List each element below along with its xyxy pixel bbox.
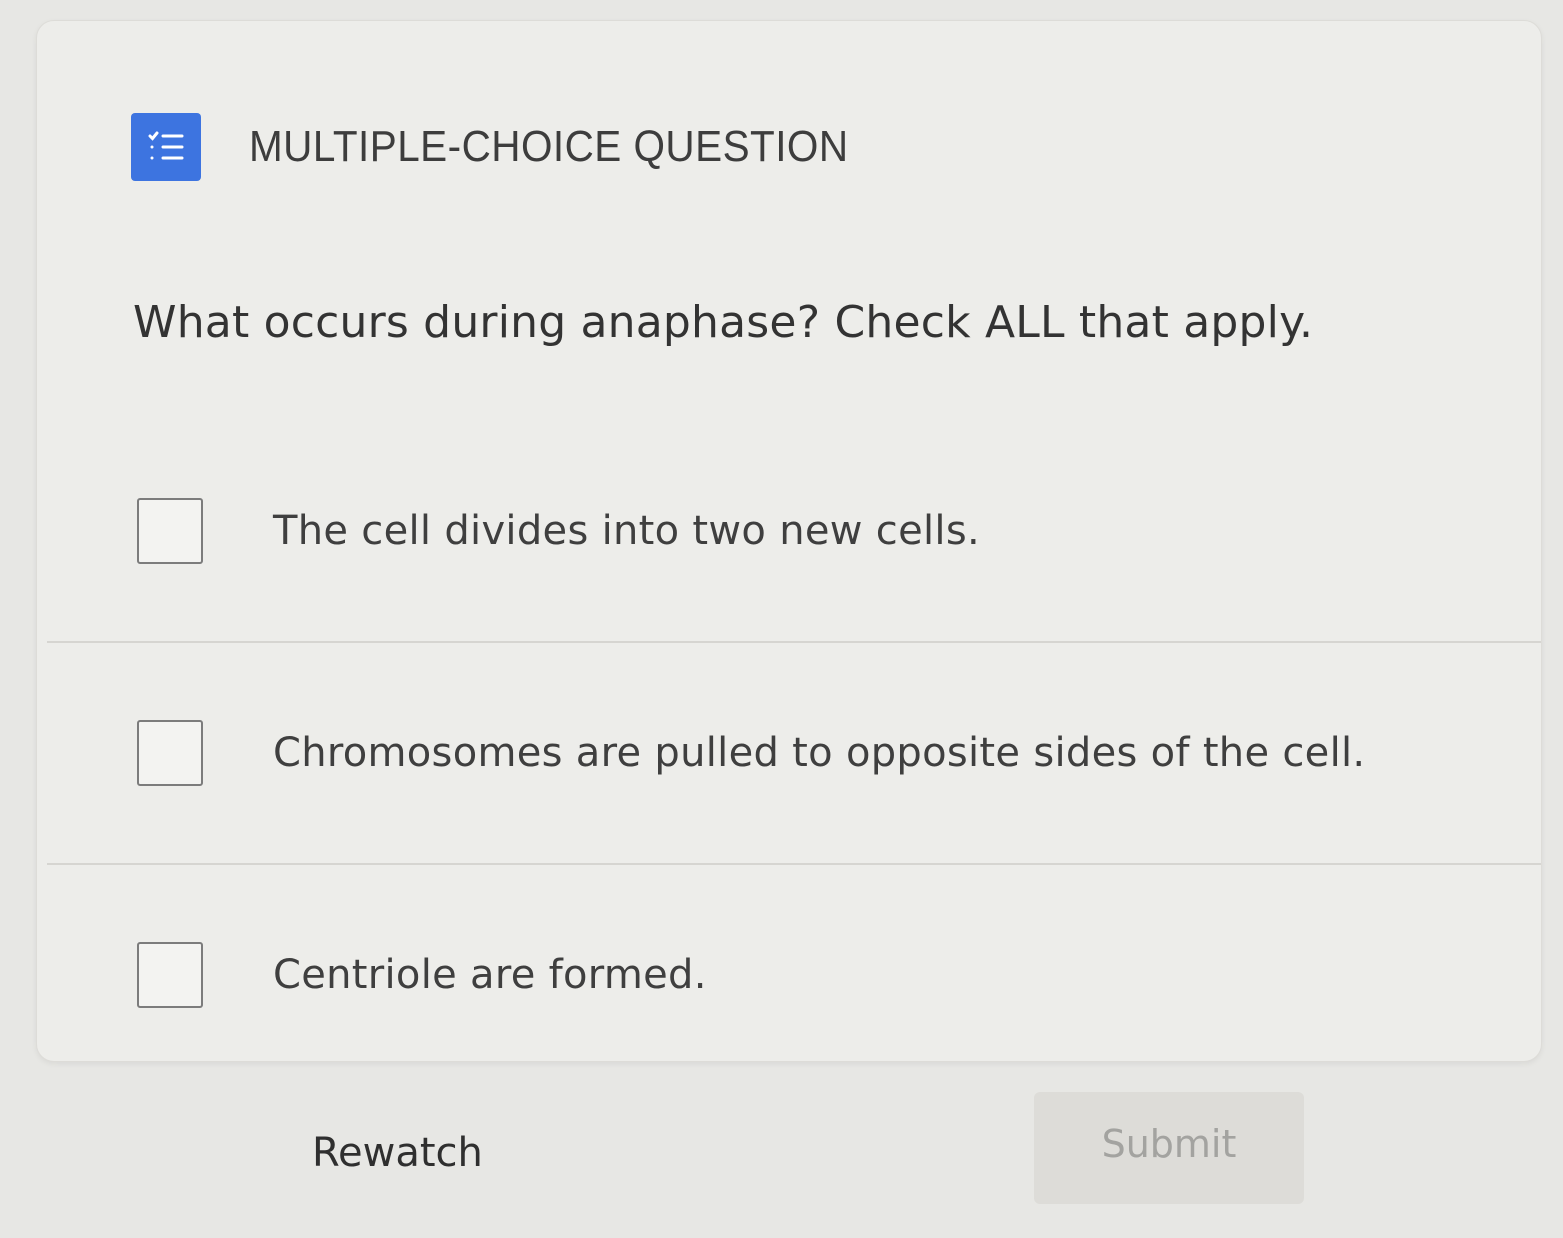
question-header: MULTIPLE-CHOICE QUESTION	[131, 113, 901, 181]
question-type-label: MULTIPLE-CHOICE QUESTION	[249, 122, 849, 171]
rewatch-button[interactable]: Rewatch	[296, 1130, 499, 1176]
submit-button[interactable]: Submit	[1034, 1092, 1304, 1204]
option-checkbox[interactable]	[137, 498, 203, 564]
question-text: What occurs during anaphase? Check ALL t…	[133, 297, 1314, 348]
option-row[interactable]: Chromosomes are pulled to opposite sides…	[47, 641, 1541, 863]
checklist-icon	[131, 113, 201, 181]
option-label: Centriole are formed.	[273, 952, 707, 998]
question-card: MULTIPLE-CHOICE QUESTION What occurs dur…	[36, 20, 1542, 1062]
option-checkbox[interactable]	[137, 720, 203, 786]
option-label: The cell divides into two new cells.	[273, 508, 980, 554]
option-row[interactable]: Centriole are formed.	[47, 863, 1541, 1085]
option-row[interactable]: The cell divides into two new cells.	[47, 421, 1541, 641]
option-checkbox[interactable]	[137, 942, 203, 1008]
option-label: Chromosomes are pulled to opposite sides…	[273, 730, 1366, 776]
options-list: The cell divides into two new cells. Chr…	[47, 421, 1541, 1085]
